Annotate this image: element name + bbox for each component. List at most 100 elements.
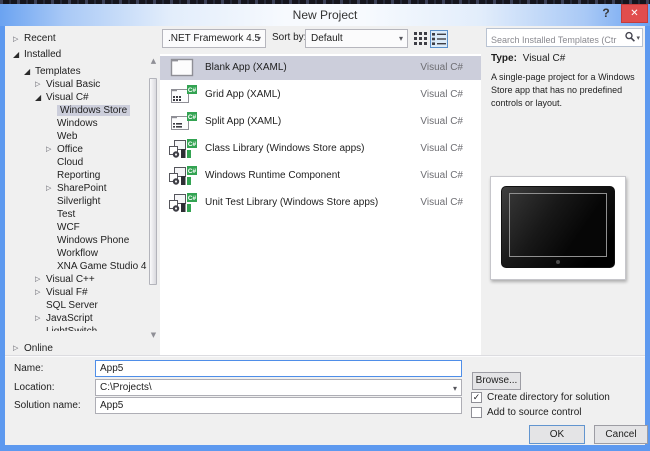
- tree-item-label: Visual C++: [46, 274, 95, 285]
- tree-item-cloud[interactable]: Cloud: [5, 156, 147, 169]
- template-row-windows-runtime-component[interactable]: C# Windows Runtime Component Visual C#: [160, 164, 481, 188]
- chevron-down-icon: ▾: [398, 34, 403, 43]
- expanded-arrow-icon[interactable]: ◢: [24, 65, 35, 78]
- tree-item-label: Silverlight: [57, 196, 101, 207]
- template-name: Blank App (XAML): [205, 62, 287, 73]
- tree-item-web[interactable]: Web: [5, 130, 147, 143]
- cancel-button[interactable]: Cancel: [594, 425, 648, 444]
- tree-item-label: LightSwitch: [46, 326, 97, 331]
- tree-item-installed[interactable]: ◢ Installed: [5, 47, 147, 63]
- framework-dropdown[interactable]: .NET Framework 4.5 ▾: [162, 29, 266, 48]
- source-control-checkbox-row[interactable]: Add to source control: [471, 407, 582, 420]
- template-preview: [490, 176, 626, 280]
- tree-item-visual-basic[interactable]: ▷ Visual Basic: [5, 78, 147, 91]
- template-language: Visual C#: [420, 116, 463, 127]
- source-control-checkbox[interactable]: [471, 407, 482, 418]
- tree-item-visual-c[interactable]: ▷ Visual C++: [5, 273, 147, 286]
- tablet-device-image: [501, 186, 615, 268]
- tree-item-office[interactable]: ▷ Office: [5, 143, 147, 156]
- svg-text:C#: C#: [188, 168, 197, 175]
- tree-item-windows[interactable]: Windows: [5, 117, 147, 130]
- tree-scrollbar[interactable]: ▲ ▼: [148, 56, 159, 340]
- blank-app-icon: [167, 57, 197, 80]
- search-input[interactable]: [487, 29, 617, 48]
- scroll-down-icon[interactable]: ▼: [148, 330, 159, 340]
- svg-text:C#: C#: [188, 114, 197, 121]
- location-combobox[interactable]: C:\Projects\ ▾: [95, 379, 462, 396]
- tree-item-test[interactable]: Test: [5, 208, 147, 221]
- type-label: Type:: [491, 53, 517, 64]
- template-row-blank-app-xaml[interactable]: Blank App (XAML) Visual C#: [160, 56, 481, 80]
- search-box[interactable]: ▾: [486, 28, 643, 48]
- template-row-split-app-xaml[interactable]: C# Split App (XAML) Visual C#: [160, 110, 481, 134]
- grid-app-icon: C#: [167, 84, 197, 107]
- tree-item-online[interactable]: ▷ Online: [5, 342, 147, 355]
- template-row-grid-app-xaml[interactable]: C# Grid App (XAML) Visual C#: [160, 83, 481, 107]
- ok-button[interactable]: OK: [529, 425, 585, 444]
- tree-item-lightswitch[interactable]: LightSwitch: [5, 325, 147, 331]
- name-input[interactable]: [95, 360, 462, 377]
- tree-item-visual-c[interactable]: ◢ Visual C#: [5, 91, 147, 104]
- tree-item-silverlight[interactable]: Silverlight: [5, 195, 147, 208]
- template-row-unit-test-library-windows-store-apps[interactable]: C# Unit Test Library (Windows Store apps)…: [160, 191, 481, 215]
- collapsed-arrow-icon[interactable]: ▷: [13, 31, 24, 47]
- collapsed-arrow-icon[interactable]: ▷: [46, 143, 57, 156]
- tree-item-windows-phone[interactable]: Windows Phone: [5, 234, 147, 247]
- tree-item-workflow[interactable]: Workflow: [5, 247, 147, 260]
- template-language: Visual C#: [420, 170, 463, 181]
- expanded-arrow-icon[interactable]: ◢: [13, 47, 24, 63]
- close-button[interactable]: ✕: [621, 4, 648, 23]
- collapsed-arrow-icon[interactable]: ▷: [35, 78, 46, 91]
- screen: New Project ? ✕ ▷ Recent ◢ Installed ◢ Templ…: [0, 0, 650, 451]
- dialog-titlebar[interactable]: New Project ? ✕: [0, 4, 650, 26]
- template-description: A single-page project for a Windows Stor…: [491, 72, 635, 108]
- collapsed-arrow-icon[interactable]: ▷: [35, 312, 46, 325]
- tree-item-label: Office: [57, 144, 83, 155]
- collapsed-arrow-icon[interactable]: ▷: [46, 182, 57, 195]
- search-icons[interactable]: ▾: [624, 31, 640, 46]
- create-directory-checkbox-row[interactable]: ✓ Create directory for solution: [471, 392, 610, 405]
- tree-item-sharepoint[interactable]: ▷ SharePoint: [5, 182, 147, 195]
- collapsed-arrow-icon[interactable]: ▷: [35, 273, 46, 286]
- tree-item-xna-game-studio-4-0[interactable]: XNA Game Studio 4.0: [5, 260, 147, 273]
- tree-item-label: Windows Store: [57, 105, 131, 116]
- create-directory-label: Create directory for solution: [487, 392, 610, 403]
- tree-item-sql-server[interactable]: SQL Server: [5, 299, 147, 312]
- scroll-up-icon[interactable]: ▲: [148, 56, 159, 66]
- category-tree: ▷ Recent ◢ Installed ◢ Templates ▷ Visual Basi…: [5, 26, 147, 356]
- sort-by-label: Sort by:: [272, 32, 307, 43]
- tree-item-label: Web: [57, 131, 78, 142]
- template-type-line: Type: Visual C#: [491, 53, 565, 64]
- small-icons-view-button[interactable]: [412, 31, 428, 47]
- tree-item-reporting[interactable]: Reporting: [5, 169, 147, 182]
- sort-dropdown-value: Default: [311, 33, 343, 44]
- template-list: Blank App (XAML) Visual C# C# Grid App (XAM…: [160, 54, 481, 356]
- list-view-button[interactable]: [430, 30, 448, 48]
- template-row-class-library-windows-store-apps[interactable]: C# Class Library (Windows Store apps) Visu…: [160, 137, 481, 161]
- chevron-down-icon: ▾: [452, 384, 457, 393]
- tree-item-label: Installed: [24, 49, 62, 60]
- help-button[interactable]: ?: [598, 6, 614, 23]
- solution-name-input[interactable]: [95, 397, 462, 414]
- tree-item-windows-store[interactable]: Windows Store: [5, 104, 147, 117]
- create-directory-checkbox[interactable]: ✓: [471, 392, 482, 403]
- tablet-home-button: [556, 260, 560, 264]
- tablet-screen: [509, 193, 607, 257]
- collapsed-arrow-icon[interactable]: ▷: [13, 342, 24, 355]
- tree-item-visual-f[interactable]: ▷ Visual F#: [5, 286, 147, 299]
- framework-dropdown-value: .NET Framework 4.5: [168, 33, 261, 44]
- browse-button[interactable]: Browse...: [472, 372, 521, 390]
- expanded-arrow-icon[interactable]: ◢: [35, 91, 46, 104]
- scrollbar-thumb[interactable]: [149, 78, 157, 285]
- collapsed-arrow-icon[interactable]: ▷: [35, 286, 46, 299]
- tree-scroll-area: ◢ Templates ▷ Visual Basic ◢ Visual C# Windows…: [5, 65, 147, 331]
- sort-dropdown[interactable]: Default ▾: [305, 29, 408, 48]
- template-name: Windows Runtime Component: [205, 170, 341, 181]
- tree-item-label: Online: [24, 343, 53, 354]
- tree-item-label: JavaScript: [46, 313, 93, 324]
- tree-item-javascript[interactable]: ▷ JavaScript: [5, 312, 147, 325]
- tree-item-recent[interactable]: ▷ Recent: [5, 31, 147, 47]
- tree-item-wcf[interactable]: WCF: [5, 221, 147, 234]
- tree-item-templates[interactable]: ◢ Templates: [5, 65, 147, 78]
- close-icon: ✕: [630, 8, 639, 19]
